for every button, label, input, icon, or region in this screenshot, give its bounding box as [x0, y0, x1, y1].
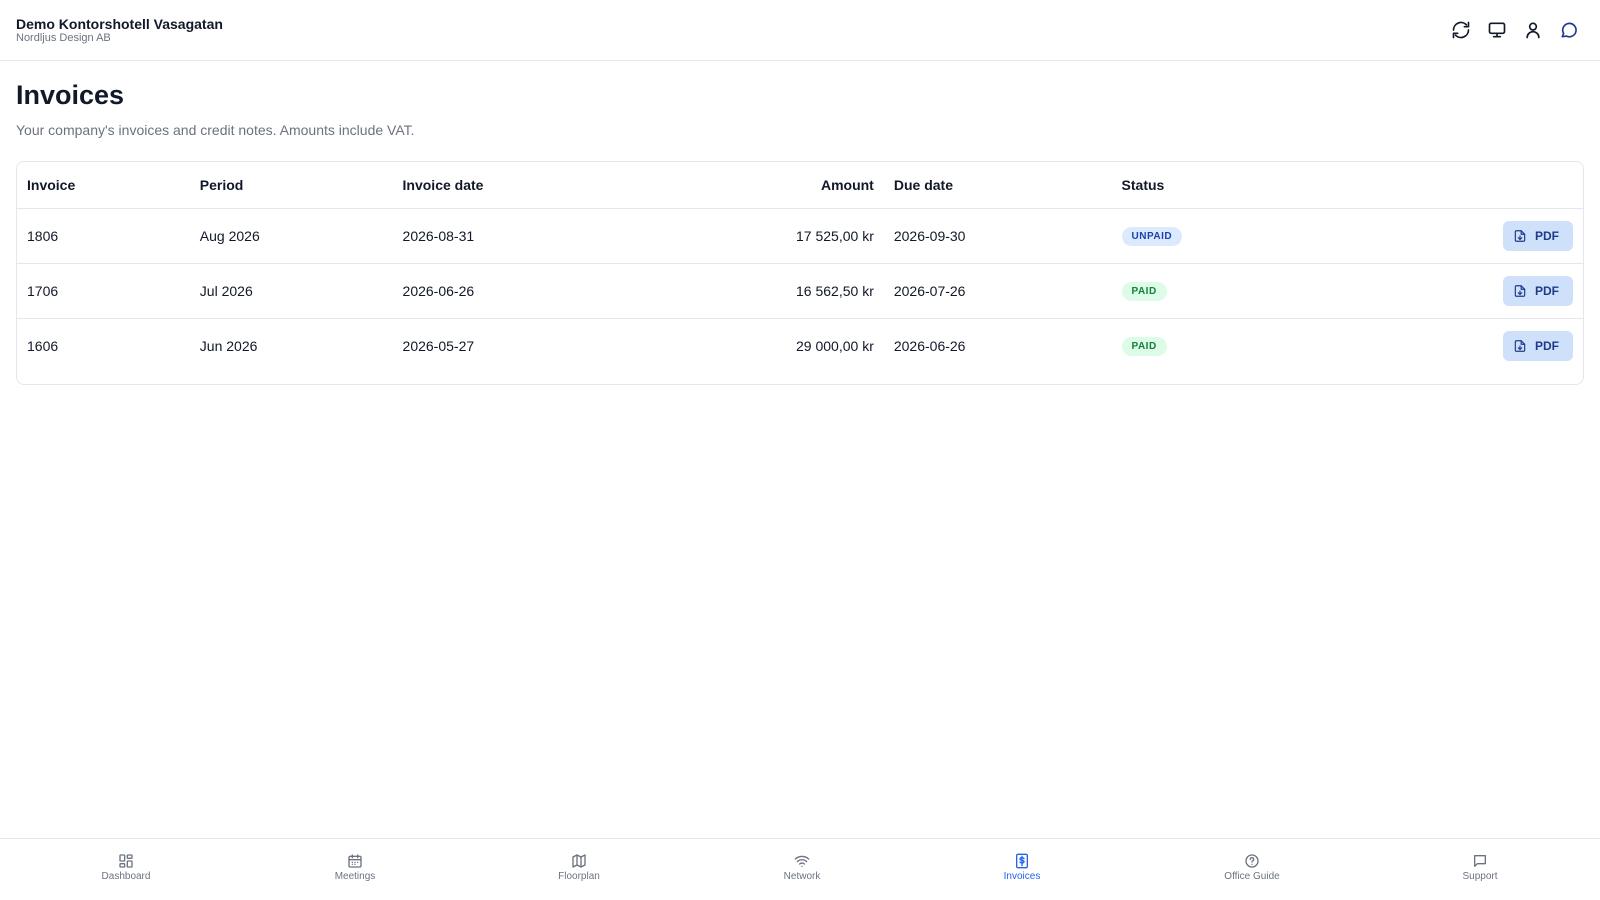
column-header-status[interactable]: Status [1111, 162, 1352, 209]
status-cell: UNPAID [1111, 208, 1352, 264]
nav-item-network[interactable]: Network [742, 853, 862, 883]
nav-item-floorplan[interactable]: Floorplan [519, 853, 639, 883]
status-cell: PAID [1111, 263, 1352, 319]
user-icon[interactable] [1522, 18, 1544, 42]
top-actions [1450, 18, 1580, 42]
location-name: Demo Kontorshotell Vasagatan [16, 16, 223, 32]
invoice-period: Aug 2026 [189, 208, 393, 264]
nav-label-meetings: Meetings [334, 871, 376, 882]
page-title: Invoices [16, 80, 125, 110]
company-name: Nordljus Design AB [16, 32, 111, 44]
invoice-icon [1016, 853, 1028, 869]
invoice-period: Jul 2026 [189, 263, 393, 319]
table-row[interactable]: 1606 Jun 2026 2026-05-27 29 000,00 kr 20… [17, 318, 1583, 373]
actions-cell: PDF [1351, 318, 1583, 373]
invoice-date: 2026-06-26 [392, 263, 633, 319]
support-icon [1474, 855, 1486, 867]
nav-label-office-guide: Office Guide [1224, 871, 1280, 882]
invoice-number: 1806 [17, 208, 190, 264]
column-header-invoice[interactable]: Invoice [17, 162, 190, 209]
top-bar: Demo Kontorshotell Vasagatan Nordljus De… [0, 0, 1600, 61]
nav-label-floorplan: Floorplan [558, 871, 600, 882]
help-icon [1245, 854, 1259, 868]
invoices-table: Invoice Period Invoice date Amount Due d… [17, 162, 1583, 373]
invoice-number: 1606 [27, 337, 59, 354]
calendar-icon [348, 854, 362, 868]
nav-item-dashboard[interactable]: Dashboard [66, 853, 186, 883]
chat-icon[interactable] [1558, 18, 1580, 42]
nav-item-office-guide[interactable]: Office Guide [1192, 853, 1312, 883]
status-badge: PAID [1121, 336, 1167, 356]
actions-cell: PDF [1351, 263, 1583, 319]
brand: Demo Kontorshotell Vasagatan Nordljus De… [16, 16, 223, 45]
invoice-period: Jun 2026 [199, 337, 258, 354]
invoices-table-card: Invoice Period Invoice date Amount Due d… [16, 161, 1584, 385]
map-icon [572, 854, 586, 868]
invoice-date: 2026-08-31 [392, 208, 633, 264]
invoice-date: 2026-05-27 [402, 337, 475, 354]
invoice-amount: 29 000,00 kr [796, 337, 874, 354]
column-header-amount[interactable]: Amount [632, 162, 884, 209]
nav-item-meetings[interactable]: Meetings [295, 853, 415, 883]
column-header-period[interactable]: Period [189, 162, 393, 209]
status-badge: UNPAID [1121, 226, 1183, 246]
dashboard-icon [119, 854, 133, 868]
status-cell: PAID [1112, 318, 1352, 373]
status-badge: PAID [1121, 281, 1167, 301]
invoice-number: 1706 [17, 263, 190, 319]
invoice-due-date: 2026-07-26 [883, 263, 1112, 319]
actions-cell: PDF [1351, 208, 1583, 264]
invoice-due-date: 2026-06-26 [893, 337, 966, 354]
column-header-actions [1351, 162, 1583, 209]
pdf-button-label: PDF [1535, 283, 1559, 298]
nav-item-support[interactable]: Support [1420, 853, 1540, 883]
refresh-icon[interactable] [1450, 18, 1472, 42]
monitor-icon[interactable] [1486, 18, 1508, 42]
pdf-button-label: PDF [1535, 228, 1559, 243]
invoice-due-date: 2026-09-30 [883, 208, 1112, 264]
download-pdf-button[interactable]: PDF [1503, 220, 1573, 251]
invoice-amount: 16 562,50 kr [632, 263, 884, 319]
pdf-button-label: PDF [1535, 338, 1559, 353]
nav-label-support: Support [1462, 871, 1498, 882]
nav-label-network: Network [783, 871, 821, 882]
file-download-icon [1514, 339, 1526, 352]
table-row[interactable]: 1806 Aug 2026 2026-08-31 17 525,00 kr 20… [17, 208, 1583, 264]
column-header-due-date[interactable]: Due date [883, 162, 1112, 209]
download-pdf-button[interactable]: PDF [1503, 275, 1573, 306]
nav-label-invoices: Invoices [1003, 871, 1041, 882]
wifi-icon [794, 855, 810, 867]
download-pdf-button[interactable]: PDF [1503, 330, 1573, 361]
file-download-icon [1514, 284, 1526, 297]
file-download-icon [1514, 229, 1526, 242]
table-row[interactable]: 1706 Jul 2026 2026-06-26 16 562,50 kr 20… [17, 263, 1583, 319]
nav-label-dashboard: Dashboard [101, 871, 151, 882]
bottom-navigation: Dashboard Meetings Floorplan Network Inv… [0, 838, 1600, 900]
main-content: Invoices Your company's invoices and cre… [16, 61, 1584, 385]
table-header-row: Invoice Period Invoice date Amount Due d… [17, 162, 1583, 209]
column-header-invoice-date[interactable]: Invoice date [392, 162, 633, 209]
invoice-amount: 17 525,00 kr [632, 208, 884, 264]
page-description: Your company's invoices and credit notes… [16, 122, 415, 138]
nav-item-invoices[interactable]: Invoices [962, 853, 1082, 883]
